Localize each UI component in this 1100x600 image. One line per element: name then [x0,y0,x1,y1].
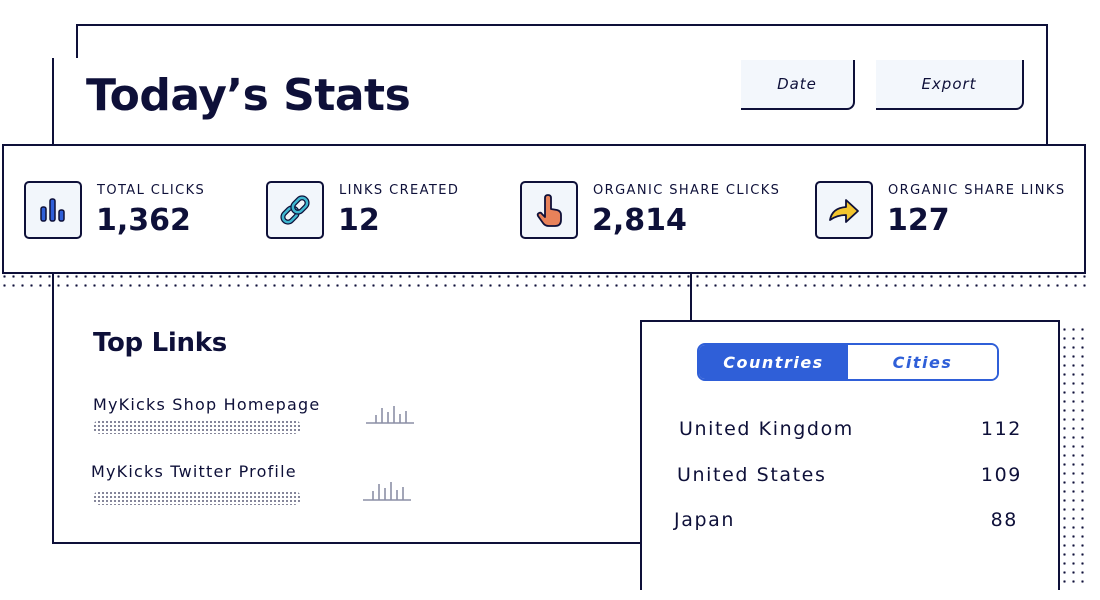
geo-toggle: Countries Cities [697,343,999,381]
stat-label: ORGANIC SHARE LINKS [888,183,1066,198]
dotted-shadow-geo [1060,325,1088,585]
stat-value: 2,814 [592,203,687,238]
dotted-shadow-stats [0,272,1090,292]
geo-row: United States 109 [677,464,1022,494]
stat-label: LINKS CREATED [339,183,460,198]
geo-name: Japan [674,509,735,531]
stat-label: TOTAL CLICKS [97,183,206,198]
geo-count: 109 [980,464,1022,486]
top-links-title: Top Links [93,328,227,358]
geo-count: 112 [980,418,1022,440]
link-url-placeholder [93,491,301,505]
stat-value: 12 [338,203,380,238]
bar-chart-icon [24,181,82,239]
geo-name: United States [677,464,827,486]
link-name[interactable]: MyKicks Shop Homepage [93,395,320,414]
geo-count: 88 [990,509,1018,531]
sparkline-icon [366,406,414,424]
page-title: Today’s Stats [86,70,411,121]
link-url-placeholder [93,420,301,434]
export-button[interactable]: Export [876,60,1024,110]
geo-row: United Kingdom 112 [677,418,1022,448]
share-arrow-icon [815,181,873,239]
link-icon [266,181,324,239]
stat-value: 1,362 [96,203,191,238]
tab-cities[interactable]: Cities [848,345,997,379]
tap-hand-icon [520,181,578,239]
date-button[interactable]: Date [741,60,855,110]
tab-countries[interactable]: Countries [699,345,848,379]
stat-value: 127 [887,203,950,238]
geo-row: Japan 88 [674,509,1022,539]
sparkline-icon [363,482,411,501]
stat-label: ORGANIC SHARE CLICKS [593,183,781,198]
geo-name: United Kingdom [679,418,854,440]
link-name[interactable]: MyKicks Twitter Profile [91,462,297,481]
